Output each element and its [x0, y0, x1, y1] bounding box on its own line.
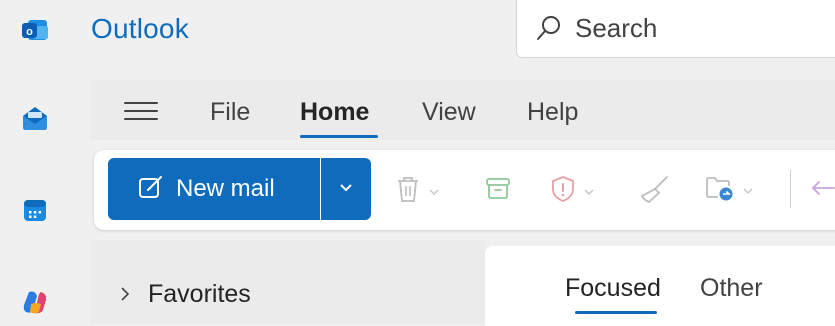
archive-button[interactable]	[484, 174, 512, 207]
tab-focused[interactable]: Focused	[565, 274, 661, 303]
mail-app-icon[interactable]	[18, 101, 52, 135]
broom-icon	[639, 174, 671, 209]
report-button[interactable]	[549, 174, 595, 209]
favorites-group[interactable]: Favorites	[120, 280, 251, 309]
new-mail-dropdown-button[interactable]	[321, 158, 371, 220]
svg-text:o: o	[26, 26, 33, 38]
app-title: Outlook	[91, 13, 189, 44]
active-pivot-indicator	[575, 311, 657, 314]
arrow-left-icon	[808, 174, 835, 207]
tab-view[interactable]: View	[422, 98, 476, 127]
favorites-label: Favorites	[148, 280, 251, 308]
chevron-down-icon	[742, 182, 754, 200]
ribbon-divider	[790, 170, 791, 208]
compose-icon	[138, 174, 164, 205]
menu-bar: File Home View Help	[90, 80, 835, 140]
tab-other[interactable]: Other	[700, 274, 763, 303]
chevron-down-icon	[428, 183, 440, 201]
new-mail-button[interactable]: New mail	[108, 158, 320, 220]
delete-button[interactable]	[394, 174, 440, 209]
folder-move-icon	[704, 174, 736, 207]
active-tab-indicator	[300, 135, 378, 138]
outlook-logo-icon: o	[18, 14, 52, 48]
shield-alert-icon	[549, 174, 577, 209]
folder-pane: Favorites	[90, 240, 485, 324]
search-box[interactable]	[516, 0, 835, 58]
trash-icon	[394, 174, 422, 209]
archive-icon	[484, 174, 512, 207]
message-list: Focused Other	[485, 246, 835, 326]
search-input[interactable]	[575, 12, 825, 44]
copilot-app-icon[interactable]	[18, 285, 52, 319]
tab-home[interactable]: Home	[300, 98, 369, 127]
tab-file[interactable]: File	[210, 98, 250, 127]
reply-button[interactable]	[808, 174, 835, 207]
chevron-down-icon	[583, 183, 595, 201]
hamburger-menu-icon[interactable]	[124, 96, 158, 126]
sweep-button[interactable]	[639, 174, 671, 209]
tab-help[interactable]: Help	[527, 98, 578, 127]
calendar-app-icon[interactable]	[18, 193, 52, 227]
move-to-button[interactable]	[704, 174, 754, 207]
ribbon: New mail	[94, 150, 835, 230]
search-icon	[535, 14, 563, 47]
new-mail-label: New mail	[176, 175, 275, 202]
title-bar: Outlook	[70, 0, 835, 70]
chevron-down-icon	[339, 180, 353, 198]
app-rail: o	[0, 0, 70, 324]
chevron-right-icon	[120, 280, 130, 309]
